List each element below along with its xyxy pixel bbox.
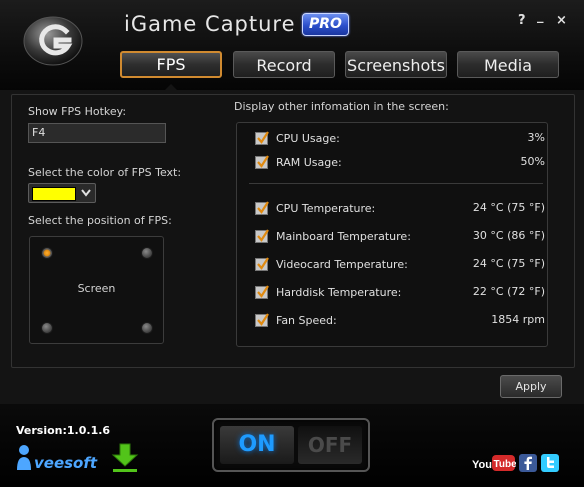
- chevron-down-icon: [81, 189, 91, 197]
- info-value: 24 °C (75 °F): [472, 257, 545, 270]
- company-logo: veesoft: [16, 442, 104, 474]
- info-label: Fan Speed:: [276, 314, 337, 327]
- info-divider: [249, 183, 543, 184]
- power-toggle[interactable]: ON OFF: [212, 418, 370, 472]
- app-title: iGame Capture: [124, 12, 296, 36]
- info-label: Harddisk Temperature:: [276, 286, 402, 299]
- info-label: RAM Usage:: [276, 156, 342, 169]
- screen-label: Screen: [77, 282, 116, 295]
- checkmark-icon: [257, 257, 269, 270]
- logo-icon: [23, 16, 83, 66]
- checkmark-icon: [257, 131, 269, 144]
- color-swatch: [32, 187, 76, 201]
- color-dropdown[interactable]: [28, 183, 96, 203]
- company-name: veesoft: [34, 454, 98, 472]
- app-window: iGame Capture PRO ? _ × FPS Record Scree…: [0, 0, 584, 487]
- close-button[interactable]: ×: [556, 13, 567, 28]
- svg-text:You: You: [472, 459, 492, 471]
- info-checkbox[interactable]: [255, 201, 269, 215]
- info-row: Fan Speed: 1854 rpm: [255, 313, 545, 329]
- info-label: CPU Temperature:: [276, 202, 376, 215]
- checkmark-icon: [257, 201, 269, 214]
- info-header: Display other infomation in the screen:: [234, 100, 449, 113]
- footer: Version:1.0.1.6 veesoft ON OFF You Tube: [0, 404, 584, 487]
- position-label: Select the position of FPS:: [28, 214, 172, 227]
- apply-button[interactable]: Apply: [500, 375, 562, 398]
- info-checkbox[interactable]: [255, 313, 269, 327]
- hotkey-label: Show FPS Hotkey:: [28, 105, 127, 118]
- download-icon[interactable]: [110, 442, 140, 474]
- youtube-icon[interactable]: You Tube: [472, 454, 516, 472]
- info-value: 3%: [527, 131, 545, 144]
- checkmark-icon: [257, 229, 269, 242]
- info-value: 24 °C (75 °F): [472, 201, 545, 214]
- user-icon: [17, 445, 31, 470]
- info-value: 1854 rpm: [491, 313, 545, 326]
- info-row: CPU Temperature: 24 °C (75 °F): [255, 201, 545, 217]
- svg-text:Tube: Tube: [494, 459, 517, 470]
- version-text: Version:1.0.1.6: [16, 424, 111, 437]
- info-row: Videocard Temperature: 24 °C (75 °F): [255, 257, 545, 273]
- header: iGame Capture PRO ? _ × FPS Record Scree…: [0, 0, 584, 91]
- position-top-left-radio[interactable]: [41, 247, 53, 259]
- tab-screenshots[interactable]: Screenshots: [345, 51, 447, 78]
- info-checkbox[interactable]: [255, 285, 269, 299]
- info-checkbox[interactable]: [255, 229, 269, 243]
- hotkey-input[interactable]: F4: [28, 123, 166, 143]
- info-row: CPU Usage: 3%: [255, 131, 545, 147]
- checkmark-icon: [257, 313, 269, 326]
- active-tab-pointer: [164, 84, 178, 91]
- info-checkbox[interactable]: [255, 131, 269, 145]
- color-label: Select the color of FPS Text:: [28, 166, 182, 179]
- checkmark-icon: [257, 285, 269, 298]
- tab-media[interactable]: Media: [457, 51, 559, 78]
- position-bottom-right-radio[interactable]: [141, 322, 153, 334]
- info-checkbox[interactable]: [255, 257, 269, 271]
- position-bottom-left-radio[interactable]: [41, 322, 53, 334]
- info-panel: CPU Usage: 3% RAM Usage: 50% CPU Temperature…: [236, 122, 548, 347]
- info-checkbox[interactable]: [255, 155, 269, 169]
- position-top-right-radio[interactable]: [141, 247, 153, 259]
- tab-fps[interactable]: FPS: [120, 51, 222, 78]
- power-on-label: ON: [220, 426, 294, 464]
- minimize-button[interactable]: _: [537, 9, 544, 24]
- power-off-label: OFF: [298, 426, 362, 464]
- tab-record[interactable]: Record: [233, 51, 335, 78]
- info-value: 22 °C (72 °F): [472, 285, 545, 298]
- position-selector: Screen: [29, 236, 164, 344]
- info-row: Harddisk Temperature: 22 °C (72 °F): [255, 285, 545, 301]
- help-button[interactable]: ?: [518, 13, 526, 28]
- checkmark-icon: [257, 155, 269, 168]
- info-row: RAM Usage: 50%: [255, 155, 545, 171]
- info-value: 30 °C (86 °F): [472, 229, 545, 242]
- info-label: CPU Usage:: [276, 132, 340, 145]
- twitter-icon[interactable]: [541, 454, 559, 472]
- info-value: 50%: [520, 155, 545, 168]
- facebook-icon[interactable]: [519, 454, 537, 472]
- pro-badge: PRO: [302, 13, 349, 36]
- info-label: Videocard Temperature:: [276, 258, 408, 271]
- info-row: Mainboard Temperature: 30 °C (86 °F): [255, 229, 545, 245]
- info-label: Mainboard Temperature:: [276, 230, 411, 243]
